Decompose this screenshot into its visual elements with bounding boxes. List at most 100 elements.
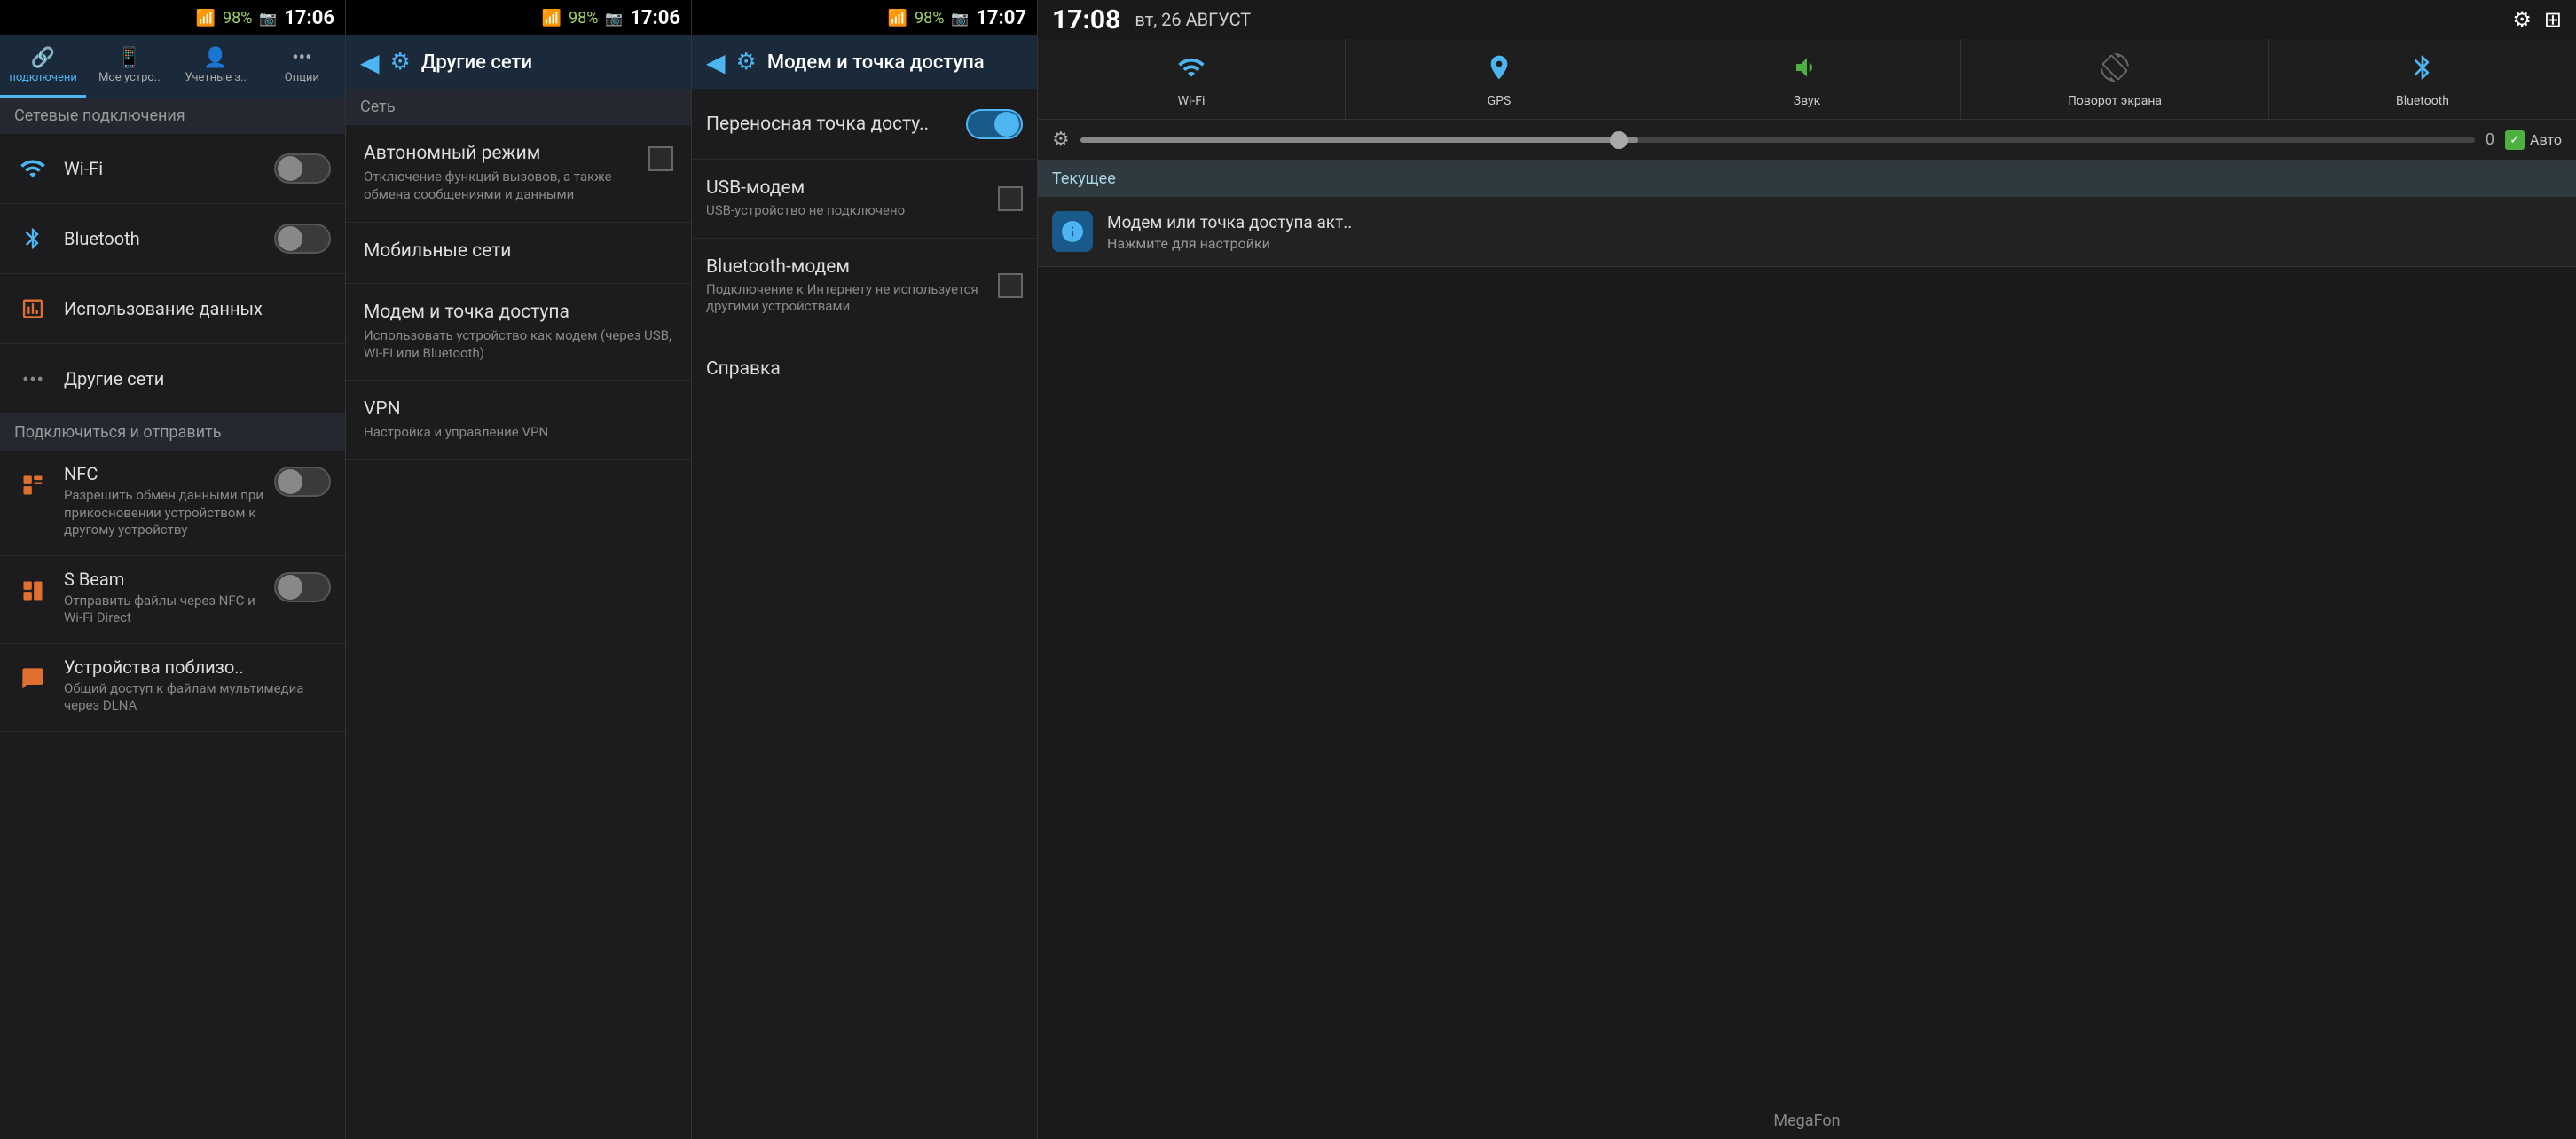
brightness-value: 0	[2486, 130, 2494, 149]
page-header-2: ◀ ⚙ Другие сети	[346, 35, 691, 89]
status-bar-3: 📶 98% 📷 17:07	[692, 0, 1037, 35]
bt-modem-subtitle: Подключение к Интернету не используется …	[706, 281, 998, 316]
item-airplane-mode[interactable]: Автономный режим Отключение функций вызо…	[346, 125, 691, 223]
signal-icon: 📶	[196, 9, 216, 27]
quick-wifi[interactable]: Wi-Fi	[1038, 39, 1346, 119]
hotspot-text: Переносная точка досту..	[706, 114, 966, 135]
sbeam-toggle[interactable]	[274, 572, 331, 602]
battery-2: 98%	[569, 9, 598, 27]
usb-modem-subtitle: USB-устройство не подключено	[706, 202, 998, 220]
nfc-text: NFC Разрешить обмен данными при прикосно…	[64, 463, 274, 539]
brightness-slider[interactable]	[1080, 137, 2475, 143]
bt-modem-checkbox[interactable]	[998, 273, 1023, 298]
camera-icon-3: 📷	[951, 10, 969, 27]
auto-brightness-check[interactable]: ✓ Авто	[2505, 130, 2562, 150]
data-usage-title: Использование данных	[64, 298, 331, 319]
bluetooth-title: Bluetooth	[64, 228, 274, 249]
grid-button-4[interactable]: ⊞	[2544, 7, 2562, 32]
quick-sound[interactable]: Звук	[1653, 39, 1961, 119]
usb-modem-checkbox[interactable]	[998, 186, 1023, 211]
row-data-usage[interactable]: Использование данных	[0, 274, 345, 344]
brightness-row: ⚙ 0 ✓ Авто	[1038, 120, 2576, 161]
airplane-mode-title: Автономный режим	[364, 143, 638, 164]
other-networks-text: Другие сети	[64, 368, 331, 389]
other-networks-title: Другие сети	[64, 368, 331, 389]
sbeam-icon	[14, 572, 51, 609]
tethering-notif-text: Модем или точка доступа акт.. Нажмите дл…	[1107, 212, 1352, 252]
bt-modem-text: Bluetooth-модем Подключение к Интернету …	[706, 256, 998, 316]
camera-icon-2: 📷	[605, 10, 623, 27]
wifi-toggle[interactable]	[274, 153, 331, 184]
quick-gps-label: GPS	[1488, 94, 1512, 108]
nearby-devices-subtitle: Общий доступ к файлам мультимедиа через …	[64, 680, 331, 715]
time-4: 17:08	[1052, 4, 1120, 35]
tab-device-label: Мое устро..	[98, 71, 161, 84]
status-bar-1: 📶 98% 📷 17:06	[0, 0, 345, 35]
quick-bluetooth[interactable]: Bluetooth	[2269, 39, 2576, 119]
quick-bluetooth-icon	[2408, 53, 2437, 89]
brightness-fill	[1080, 137, 1638, 143]
row-wifi[interactable]: Wi-Fi	[0, 134, 345, 204]
airplane-mode-checkbox[interactable]	[648, 146, 673, 171]
sbeam-title: S Beam	[64, 569, 274, 590]
mobile-networks-title: Мобильные сети	[364, 240, 673, 262]
brightness-knob[interactable]	[1610, 131, 1628, 149]
tab-accounts-label: Учетные з..	[185, 71, 246, 84]
tethering-notif-icon	[1052, 211, 1093, 252]
tab-my-device[interactable]: 📱 Мое устро..	[86, 35, 172, 98]
nfc-subtitle: Разрешить обмен данными при прикосновени…	[64, 487, 274, 539]
panel-tethering: 📶 98% 📷 17:07 ◀ ⚙ Модем и точка доступа …	[692, 0, 1038, 1139]
item-vpn[interactable]: VPN Настройка и управление VPN	[346, 381, 691, 460]
tab-accounts[interactable]: 👤 Учетные з..	[173, 35, 259, 98]
help-title: Справка	[706, 358, 1023, 380]
row-help[interactable]: Справка	[692, 334, 1037, 405]
camera-icon: 📷	[259, 10, 277, 27]
row-portable-hotspot[interactable]: Переносная точка досту..	[692, 89, 1037, 160]
bluetooth-icon	[14, 220, 51, 257]
quick-wifi-label: Wi-Fi	[1178, 94, 1206, 108]
hotspot-toggle[interactable]	[966, 109, 1023, 139]
nearby-devices-text: Устройства поблизо.. Общий доступ к файл…	[64, 656, 331, 715]
date-4: вт, 26 АВГУСТ	[1135, 9, 1251, 30]
nearby-devices-icon	[14, 660, 51, 697]
row-nfc[interactable]: NFC Разрешить обмен данными при прикосно…	[0, 451, 345, 556]
notification-tethering[interactable]: Модем или точка доступа акт.. Нажмите дл…	[1038, 197, 2576, 267]
tab-device-icon: 📱	[117, 47, 141, 69]
status-bar-4: 17:08 вт, 26 АВГУСТ ⚙ ⊞	[1038, 0, 2576, 39]
hotspot-title: Переносная точка досту..	[706, 114, 966, 135]
panel-other-networks: 📶 98% 📷 17:06 ◀ ⚙ Другие сети Сеть Автон…	[346, 0, 692, 1139]
row-bt-modem[interactable]: Bluetooth-модем Подключение к Интернету …	[692, 239, 1037, 334]
row-other-networks[interactable]: Другие сети	[0, 344, 345, 414]
signal-icon-2: 📶	[542, 9, 562, 27]
back-button-2[interactable]: ◀	[360, 48, 380, 77]
tab-options[interactable]: ••• Опции	[259, 35, 345, 98]
item-tethering[interactable]: Модем и точка доступа Использовать устро…	[346, 284, 691, 381]
tab-connections[interactable]: 🔗 подключени	[0, 35, 86, 98]
row-bluetooth[interactable]: Bluetooth	[0, 204, 345, 274]
quick-gps[interactable]: GPS	[1346, 39, 1653, 119]
panel-notifications: 17:08 вт, 26 АВГУСТ ⚙ ⊞ Wi-Fi GPS	[1038, 0, 2576, 1139]
brightness-settings-icon[interactable]: ⚙	[1052, 129, 1070, 151]
nfc-toggle[interactable]	[274, 467, 331, 497]
tab-bar: 🔗 подключени 📱 Мое устро.. 👤 Учетные з..…	[0, 35, 345, 98]
row-nearby-devices[interactable]: Устройства поблизо.. Общий доступ к файл…	[0, 644, 345, 732]
bluetooth-toggle[interactable]	[274, 224, 331, 254]
tab-accounts-icon: 👤	[203, 47, 227, 69]
row-usb-modem[interactable]: USB-модем USB-устройство не подключено	[692, 160, 1037, 239]
quick-bluetooth-label: Bluetooth	[2396, 94, 2449, 108]
nearby-devices-title: Устройства поблизо..	[64, 656, 331, 678]
quick-rotate-icon	[2101, 53, 2129, 89]
item-mobile-networks[interactable]: Мобильные сети	[346, 223, 691, 284]
sbeam-text: S Beam Отправить файлы через NFC и Wi-Fi…	[64, 569, 274, 627]
wifi-row-text: Wi-Fi	[64, 158, 274, 179]
back-button-3[interactable]: ◀	[706, 48, 726, 77]
row-sbeam[interactable]: S Beam Отправить файлы через NFC и Wi-Fi…	[0, 556, 345, 644]
settings-button-4[interactable]: ⚙	[2512, 7, 2532, 32]
quick-sound-icon	[1793, 53, 1821, 89]
bluetooth-row-text: Bluetooth	[64, 228, 274, 249]
quick-rotate[interactable]: Поворот экрана	[1961, 39, 2269, 119]
auto-brightness-checkbox[interactable]: ✓	[2505, 130, 2525, 150]
time-3: 17:07	[976, 7, 1026, 29]
battery-indicator: 98%	[223, 9, 252, 27]
signal-icon-3: 📶	[888, 9, 907, 27]
